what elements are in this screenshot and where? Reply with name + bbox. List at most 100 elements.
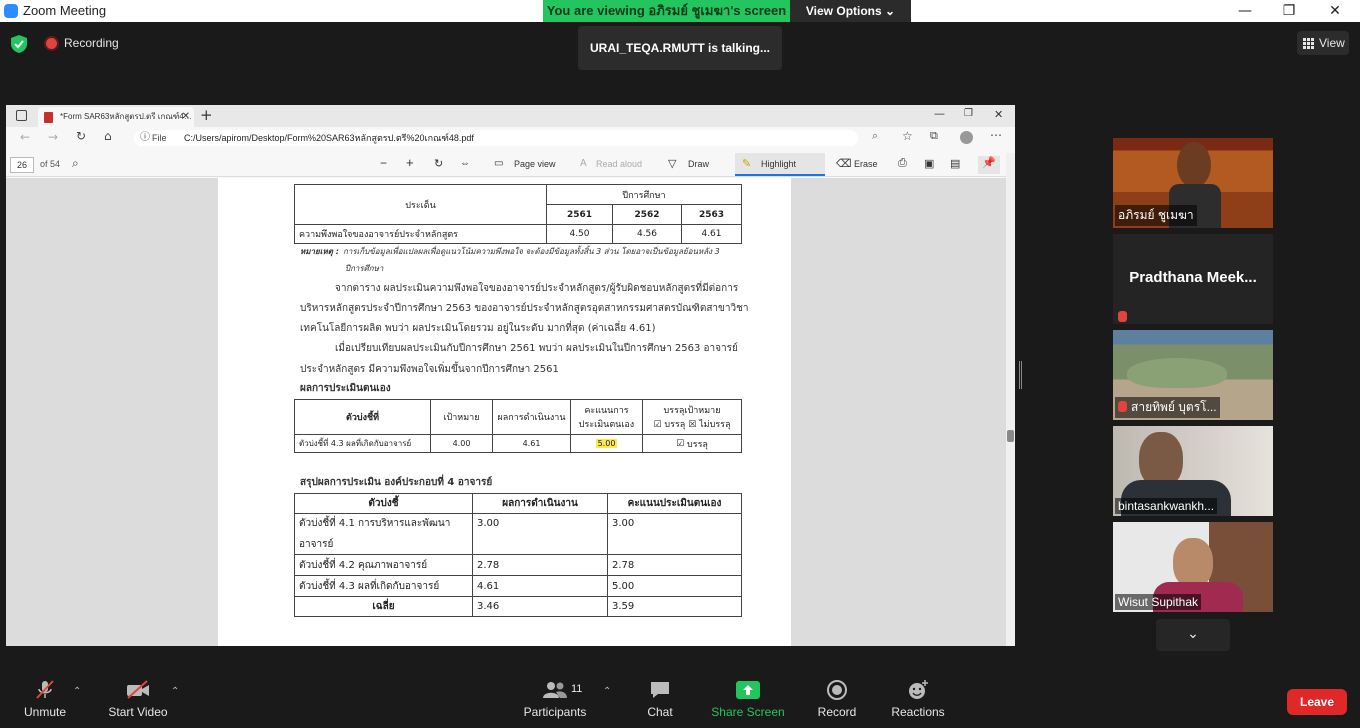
share-screen-label: Share Screen — [711, 705, 785, 719]
active-speaker-indicator: URAI_TEQA.RMUTT is talking... — [578, 26, 782, 70]
tab-actions-icon[interactable] — [16, 110, 27, 121]
pdf-viewer[interactable]: ประเด็น ปีการศึกษา 2561 2562 2563 ความพึ… — [6, 178, 1006, 646]
start-video-label: Start Video — [108, 705, 168, 719]
participants-count: 11 — [571, 683, 583, 695]
url-text: C:/Users/apirom/Desktop/Form%20SAR63หลัก… — [184, 133, 474, 143]
back-icon[interactable]: ← — [20, 130, 30, 144]
unmute-button[interactable]: Unmute — [20, 680, 70, 719]
chevron-down-icon: ⌄ — [885, 4, 896, 18]
t2-header-achieve-label: บรรลุเป้าหมาย — [663, 406, 721, 416]
video-tile-5[interactable]: Wisut Supithak — [1113, 522, 1273, 612]
t1-row-label: ความพึงพอใจของอาจารย์ประจำหลักสูตร — [294, 224, 547, 244]
leave-button[interactable]: Leave — [1287, 689, 1347, 715]
record-label: Record — [817, 705, 857, 719]
page-total: of 54 — [40, 159, 61, 169]
read-aloud-button[interactable]: Read aloud — [596, 159, 642, 169]
t2-header-score-l1: คะแนนการ — [584, 406, 629, 416]
address-bar: ← → ↻ ⌂ ⓘ File C:/Users/apirom/Desktop/F… — [6, 127, 1015, 149]
share-screen-button[interactable]: Share Screen — [710, 680, 786, 719]
video-options-chevron-icon[interactable]: ⌃ — [171, 686, 179, 697]
t2-header-yes: บรรลุ — [664, 420, 686, 430]
view-options-button[interactable]: View Options ⌄ — [790, 0, 911, 22]
t2-header-score-l2: ประเมินตนเอง — [578, 420, 635, 430]
view-button[interactable]: View — [1297, 31, 1349, 55]
t2-row-score-cell: 5.00 — [570, 434, 643, 453]
video-tile-2[interactable]: Pradthana Meek... — [1113, 234, 1273, 324]
minimize-button[interactable]: — — [1222, 0, 1268, 22]
participant-name: อภิรมย์ ชูเมฆา — [1115, 205, 1197, 226]
t1-year-2561: 2561 — [546, 204, 613, 225]
t2-header-result: ผลการดำเนินงาน — [492, 399, 571, 435]
chat-button[interactable]: Chat — [640, 680, 680, 719]
highlight-button[interactable]: Highlight — [761, 159, 796, 169]
t1-value-2561: 4.50 — [546, 224, 613, 244]
record-button[interactable]: Record — [813, 680, 861, 719]
highlight-icon: ✎ — [742, 158, 752, 170]
para1-line1: จากตาราง ผลประเมินความพึงพอใจของอาจารย์ป… — [335, 283, 739, 294]
browser-restore-icon[interactable]: ❐ — [964, 108, 973, 119]
t2-header-score: คะแนนการ ประเมินตนเอง — [570, 399, 643, 435]
browser-close-icon[interactable]: ✕ — [994, 108, 1003, 121]
t3-r1-result: 3.00 — [472, 513, 608, 555]
more-icon[interactable]: ⋯ — [990, 128, 1002, 142]
checkbox-checked-icon: ☑ — [653, 420, 662, 430]
zoom-in-icon[interactable]: + — [406, 155, 414, 170]
new-tab-icon[interactable]: + — [200, 106, 213, 124]
url-field[interactable]: ⓘ File C:/Users/apirom/Desktop/Form%20SA… — [134, 130, 858, 146]
pin-icon[interactable]: 📌 — [978, 156, 1000, 174]
save-as-icon[interactable]: ▤ — [950, 157, 960, 170]
forward-icon[interactable]: → — [48, 130, 58, 144]
t1-year-2562: 2562 — [612, 204, 682, 225]
erase-icon: ⌫ — [836, 158, 852, 170]
search-icon[interactable]: ⌕ — [72, 156, 79, 171]
pdf-scrollbar[interactable] — [1006, 153, 1015, 646]
note-line-1: การเก็บข้อมูลเพื่อแปลผลเพื่อดูแนวโน้มควา… — [343, 247, 720, 256]
refresh-icon[interactable]: ↻ — [76, 129, 86, 143]
zoom-icon[interactable]: ⌕ — [872, 129, 878, 143]
favorite-icon[interactable]: ☆ — [902, 129, 913, 143]
t2-header-no: ไม่บรรลุ — [699, 420, 731, 430]
zoom-app-icon — [4, 4, 18, 18]
t1-header-topic: ประเด็น — [294, 184, 547, 225]
record-icon — [827, 680, 847, 700]
meeting-toolbar — [0, 670, 1360, 728]
video-tile-1[interactable]: อภิรมย์ ชูเมฆา — [1113, 138, 1273, 228]
draw-button[interactable]: Draw — [688, 159, 709, 169]
t3-r3-result: 4.61 — [472, 575, 608, 597]
audio-options-chevron-icon[interactable]: ⌃ — [73, 686, 81, 697]
scroll-down-participants-button[interactable]: ⌄ — [1156, 619, 1230, 651]
mic-muted-icon — [1118, 306, 1131, 324]
scrollbar-thumb[interactable] — [1007, 430, 1014, 442]
profile-avatar[interactable] — [960, 131, 973, 144]
participant-face — [1177, 142, 1211, 188]
page-view-button[interactable]: Page view — [514, 159, 556, 169]
collections-icon[interactable]: ⧉ — [930, 129, 938, 143]
tab-close-icon[interactable]: ✕ — [182, 107, 190, 127]
panel-resize-handle[interactable] — [1019, 361, 1022, 389]
info-icon: ⓘ — [140, 132, 150, 143]
reactions-button[interactable]: Reactions — [890, 680, 946, 719]
page-number-input[interactable]: 26 — [10, 157, 34, 173]
video-tile-3[interactable]: สายทิพย์ บุตรโ... — [1113, 330, 1273, 420]
zoom-out-icon[interactable]: − — [380, 156, 387, 170]
browser-tab[interactable]: *Form SAR63หลักสูตรป.ตรี เกณฑ์4… ✕ — [38, 107, 194, 127]
start-video-button[interactable]: Start Video — [104, 680, 172, 719]
participants-icon — [543, 682, 567, 698]
home-icon[interactable]: ⌂ — [104, 129, 112, 143]
rotate-icon[interactable]: ↻ — [434, 157, 443, 170]
browser-minimize-icon[interactable]: — — [934, 107, 945, 120]
participant-name: bintasankwankh... — [1115, 498, 1218, 514]
participants-label: Participants — [523, 705, 587, 719]
window-title: Zoom Meeting — [23, 3, 107, 18]
note-line-2: ปีการศึกษา — [345, 264, 384, 273]
maximize-button[interactable]: ❐ — [1266, 0, 1312, 22]
fit-page-icon[interactable]: ⇔ — [460, 158, 470, 169]
video-tile-4[interactable]: bintasankwankh... — [1113, 426, 1273, 516]
close-button[interactable]: ✕ — [1312, 0, 1358, 22]
save-icon[interactable]: ▣ — [924, 157, 934, 170]
print-icon[interactable]: ⎙ — [898, 157, 907, 170]
security-shield-icon[interactable] — [11, 35, 27, 53]
checkbox-checked-icon: ☑ — [676, 438, 685, 449]
erase-button[interactable]: Erase — [854, 159, 878, 169]
participants-options-chevron-icon[interactable]: ⌃ — [603, 686, 611, 697]
